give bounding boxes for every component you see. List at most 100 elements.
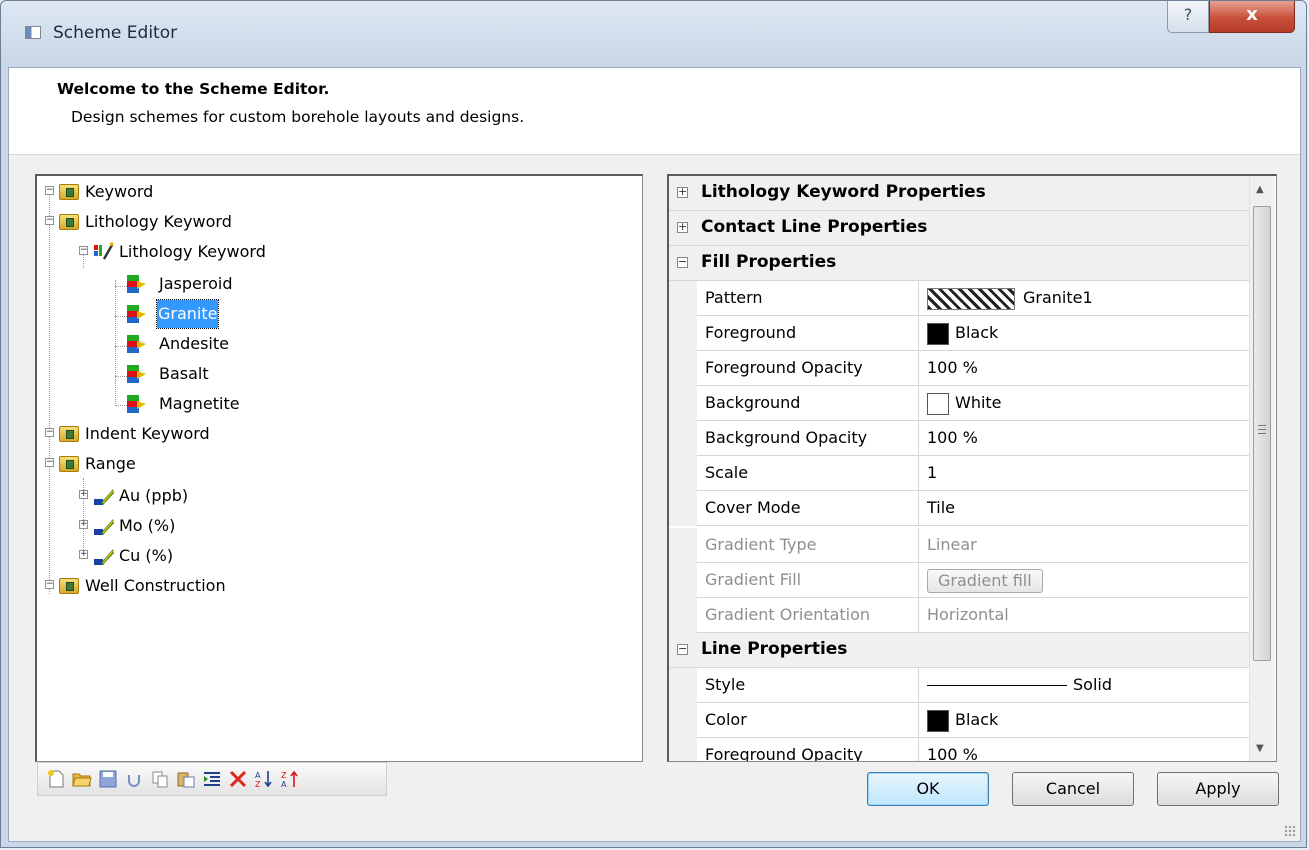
property-row-background[interactable]: Background White — [669, 386, 1249, 421]
copy-icon[interactable] — [150, 769, 170, 789]
tree-item-au[interactable]: + Au (ppb) — [37, 482, 637, 510]
category-label: Lithology Keyword Properties — [701, 182, 986, 202]
property-name: Background Opacity — [697, 421, 919, 456]
tree-item-andesite[interactable]: Andesite — [37, 330, 637, 358]
window-title: Scheme Editor — [53, 23, 178, 43]
tree-item-label: Well Construction — [85, 576, 226, 595]
header-title: Welcome to the Scheme Editor. — [57, 80, 330, 98]
collapse-icon[interactable]: − — [45, 186, 54, 195]
category-label: Contact Line Properties — [701, 217, 928, 237]
expand-icon[interactable]: + — [677, 186, 688, 198]
property-grid[interactable]: + Lithology Keyword Properties + Contact… — [667, 174, 1277, 762]
property-value-scale[interactable]: 1 — [919, 456, 1249, 491]
property-value-cover-mode[interactable]: Tile — [919, 491, 1249, 526]
category-label: Line Properties — [701, 639, 848, 659]
tree-item-label: Basalt — [159, 364, 209, 383]
collapse-icon[interactable]: − — [79, 246, 88, 255]
scroll-thumb[interactable] — [1253, 206, 1271, 661]
tree-item-well-construction[interactable]: − Well Construction — [37, 572, 637, 600]
sort-descending-icon[interactable]: ZA — [280, 769, 300, 789]
tree-item-label: Andesite — [159, 334, 229, 353]
property-value-gradient-fill: Gradient fill — [919, 563, 1249, 598]
property-name: Background — [697, 386, 919, 421]
row-gutter — [669, 386, 697, 421]
property-value-background[interactable]: White — [919, 386, 1249, 421]
tree-item-lithology-keyword[interactable]: − Lithology Keyword — [37, 208, 637, 236]
collapse-icon[interactable]: − — [45, 216, 54, 225]
collapse-icon[interactable]: − — [677, 643, 688, 655]
property-value-line-foreground-opacity[interactable]: 100 % — [919, 738, 1249, 761]
expand-icon[interactable]: + — [79, 490, 88, 499]
property-row-background-opacity[interactable]: Background Opacity 100 % — [669, 421, 1249, 456]
expand-icon[interactable]: + — [79, 520, 88, 529]
ok-button[interactable]: OK — [867, 772, 989, 806]
delete-icon[interactable] — [228, 769, 248, 789]
property-row-line-foreground-opacity[interactable]: Foreground Opacity 100 % — [669, 738, 1249, 761]
help-button[interactable]: ? — [1167, 1, 1209, 33]
tree-item-keyword[interactable]: − Keyword — [37, 178, 637, 206]
tree-item-jasperoid[interactable]: Jasperoid — [37, 270, 637, 298]
expand-icon[interactable]: + — [677, 221, 688, 233]
tree-item-granite[interactable]: Granite — [37, 299, 637, 329]
tree-item-label: Range — [85, 454, 136, 473]
folder-icon — [59, 184, 79, 200]
category-fill-properties[interactable]: − Fill Properties — [669, 246, 1249, 281]
collapse-icon[interactable]: − — [45, 458, 54, 467]
resize-grip-icon[interactable] — [1284, 825, 1296, 837]
expand-icon[interactable]: + — [79, 550, 88, 559]
dialog-header: Welcome to the Scheme Editor. Design sch… — [9, 68, 1300, 155]
tree-item-label: Au (ppb) — [119, 486, 189, 505]
tree-item-range[interactable]: − Range — [37, 450, 637, 478]
lithology-icon — [127, 395, 146, 413]
property-name: Foreground Opacity — [697, 738, 919, 761]
property-name: Gradient Orientation — [697, 598, 919, 633]
close-button[interactable]: x — [1209, 1, 1295, 33]
new-icon[interactable] — [46, 769, 66, 789]
row-gutter — [669, 668, 697, 703]
property-row-style[interactable]: Style Solid — [669, 668, 1249, 703]
title-bar[interactable]: Scheme Editor ? x — [1, 1, 1306, 67]
property-row-foreground[interactable]: Foreground Black — [669, 316, 1249, 351]
svg-text:Z: Z — [281, 771, 287, 780]
folder-icon — [59, 578, 79, 594]
open-icon[interactable] — [72, 769, 92, 789]
property-row-cover-mode[interactable]: Cover Mode Tile — [669, 491, 1249, 526]
tree-item-mo[interactable]: + Mo (%) — [37, 512, 637, 540]
collapse-icon[interactable]: − — [45, 580, 54, 589]
cancel-button[interactable]: Cancel — [1012, 772, 1134, 806]
category-line-properties[interactable]: − Line Properties — [669, 633, 1249, 668]
undo-icon[interactable] — [124, 769, 144, 789]
tree-item-lithology-keyword-child[interactable]: − Lithology Keyword — [37, 238, 637, 266]
category-contact-line-properties[interactable]: + Contact Line Properties — [669, 211, 1249, 246]
indent-icon[interactable] — [202, 769, 222, 789]
save-icon[interactable] — [98, 769, 118, 789]
property-value-foreground[interactable]: Black — [919, 316, 1249, 351]
paste-icon[interactable] — [176, 769, 196, 789]
scroll-up-icon[interactable]: ▲ — [1256, 184, 1264, 195]
tree-item-cu[interactable]: + Cu (%) — [37, 542, 637, 570]
property-scrollbar[interactable]: ▲ ▼ — [1249, 176, 1275, 761]
svg-text:A: A — [255, 771, 261, 780]
category-lithology-keyword-properties[interactable]: + Lithology Keyword Properties — [669, 176, 1249, 211]
property-value-foreground-opacity[interactable]: 100 % — [919, 351, 1249, 386]
scroll-down-icon[interactable]: ▼ — [1256, 743, 1264, 754]
tree-item-basalt[interactable]: Basalt — [37, 360, 637, 388]
scheme-tree[interactable]: − Keyword − Lithology Keyword − Litholog… — [35, 174, 643, 762]
sort-ascending-icon[interactable]: AZ — [254, 769, 274, 789]
property-row-pattern[interactable]: Pattern Granite1 — [669, 281, 1249, 316]
property-row-scale[interactable]: Scale 1 — [669, 456, 1249, 491]
lithology-icon — [127, 365, 146, 383]
apply-button[interactable]: Apply — [1157, 772, 1279, 806]
property-value-color[interactable]: Black — [919, 703, 1249, 738]
property-value-background-opacity[interactable]: 100 % — [919, 421, 1249, 456]
row-gutter — [669, 491, 697, 526]
property-value-pattern[interactable]: Granite1 — [919, 281, 1249, 316]
collapse-icon[interactable]: − — [45, 428, 54, 437]
property-value-style[interactable]: Solid — [919, 668, 1249, 703]
property-row-foreground-opacity[interactable]: Foreground Opacity 100 % — [669, 351, 1249, 386]
tree-item-magnetite[interactable]: Magnetite — [37, 390, 637, 418]
collapse-icon[interactable]: − — [677, 256, 688, 268]
property-row-color[interactable]: Color Black — [669, 703, 1249, 738]
tree-item-indent-keyword[interactable]: − Indent Keyword — [37, 420, 637, 448]
row-gutter — [669, 598, 697, 633]
